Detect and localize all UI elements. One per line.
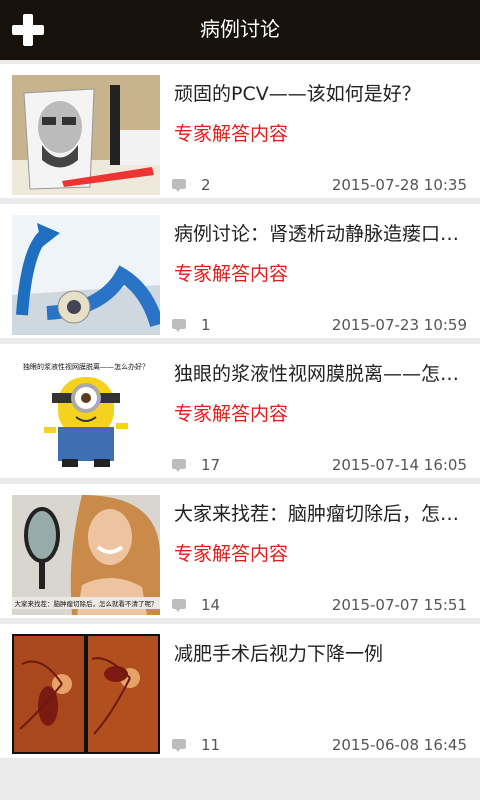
comment-count: 2 xyxy=(201,176,211,194)
post-meta: 2 2015-07-28 10:35 xyxy=(172,174,468,196)
post-title: 顽固的PCV——该如何是好？ xyxy=(174,83,421,105)
post-date: 2015-07-14 16:05 xyxy=(331,456,467,474)
expert-answer-label: 专家解答内容 xyxy=(174,263,289,285)
post-meta: 17 2015-07-14 16:05 xyxy=(172,454,468,476)
post-thumbnail xyxy=(12,215,160,335)
comment-count: 11 xyxy=(201,736,221,754)
expert-answer-label: 专家解答内容 xyxy=(174,123,289,145)
post-meta: 1 2015-07-23 10:59 xyxy=(172,314,468,336)
comment-icon xyxy=(172,599,186,612)
top-bar: 病例讨论 xyxy=(0,0,480,60)
post-card[interactable]: 减肥手术后视力下降一例 11 2015-06-08 16:45 xyxy=(0,624,480,758)
post-meta: 11 2015-06-08 16:45 xyxy=(172,734,468,756)
comment-count: 17 xyxy=(201,456,221,474)
post-title: 减肥手术后视力下降一例 xyxy=(174,643,384,665)
post-date: 2015-07-07 15:51 xyxy=(331,596,467,614)
post-thumbnail xyxy=(12,634,160,754)
comment-icon xyxy=(172,739,186,752)
post-thumbnail xyxy=(12,75,160,195)
post-thumbnail: 独眼的浆液性视网膜脱离——怎么办好？ xyxy=(12,355,160,475)
post-title: 独眼的浆液性视网膜脱离——怎… xyxy=(174,363,460,385)
post-card[interactable]: 独眼的浆液性视网膜脱离——怎么办好？ 独眼的浆液性视网膜脱离——怎… 专家解答内… xyxy=(0,344,480,478)
post-title: 大家来找茬：脑肿瘤切除后，怎… xyxy=(174,503,460,525)
comment-icon xyxy=(172,319,186,332)
page-title: 病例讨论 xyxy=(200,17,280,41)
comment-icon xyxy=(172,459,186,472)
post-date: 2015-07-28 10:35 xyxy=(331,176,467,194)
post-meta: 14 2015-07-07 15:51 xyxy=(172,594,468,616)
expert-answer-label: 专家解答内容 xyxy=(174,403,289,425)
post-date: 2015-07-23 10:59 xyxy=(331,316,467,334)
comment-count: 14 xyxy=(201,596,221,614)
post-title: 病例讨论：肾透析动静脉造瘘口… xyxy=(174,223,460,245)
post-card[interactable]: 顽固的PCV——该如何是好？ 专家解答内容 2 2015-07-28 10:35 xyxy=(0,64,480,198)
thumbnail-caption: 大家来找茬：脑肿瘤切除后，怎么就看不清了呢？ xyxy=(15,599,158,608)
post-card[interactable]: 病例讨论：肾透析动静脉造瘘口… 专家解答内容 1 2015-07-23 10:5… xyxy=(0,204,480,338)
expert-answer-label: 专家解答内容 xyxy=(174,543,289,565)
post-date: 2015-06-08 16:45 xyxy=(331,736,467,754)
thumbnail-caption: 独眼的浆液性视网膜脱离——怎么办好？ xyxy=(23,362,149,371)
comment-count: 1 xyxy=(201,316,211,334)
post-card[interactable]: 大家来找茬：脑肿瘤切除后，怎么就看不清了呢？ 大家来找茬：脑肿瘤切除后，怎… 专… xyxy=(0,484,480,618)
post-thumbnail: 大家来找茬：脑肿瘤切除后，怎么就看不清了呢？ xyxy=(12,495,160,615)
comment-icon xyxy=(172,179,186,192)
